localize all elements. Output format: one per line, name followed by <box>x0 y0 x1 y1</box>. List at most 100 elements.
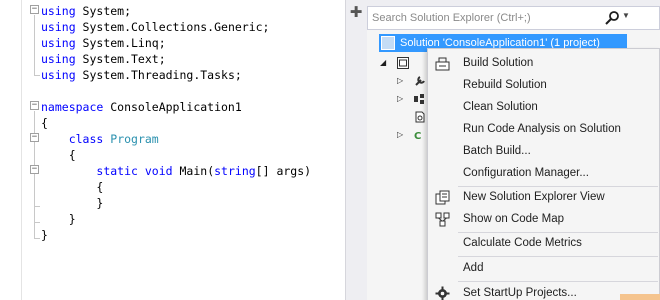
code-keyword: void <box>144 164 173 178</box>
menu-separator <box>458 256 658 257</box>
collapsed-arrow-icon[interactable]: ▷ <box>397 126 403 144</box>
outline-line <box>34 15 35 75</box>
code-keyword: using <box>41 36 76 50</box>
outlining-margin: − − − − <box>22 0 40 300</box>
csharp-file-icon: C <box>414 131 421 141</box>
code-token: } <box>41 228 48 242</box>
menu-item-build-solution[interactable]: Build Solution <box>428 53 659 74</box>
menu-item-label: Configuration Manager... <box>463 167 589 179</box>
menu-item-label: Build Solution <box>463 57 534 69</box>
menu-item-batch-build[interactable]: Batch Build... <box>428 141 659 162</box>
menu-item-add[interactable]: Add <box>428 258 659 279</box>
menu-item-label: New Solution Explorer View <box>463 191 605 203</box>
code-line[interactable]: using System.Collections.Generic; <box>41 19 311 35</box>
menu-item-label: Rebuild Solution <box>463 79 547 91</box>
collapse-class-icon[interactable]: − <box>30 133 39 142</box>
new-view-icon <box>435 190 450 205</box>
code-map-icon <box>435 212 450 227</box>
code-keyword: class <box>68 132 104 146</box>
outline-tick <box>34 238 40 239</box>
search-options-chevron-icon[interactable]: ▼ <box>622 11 630 20</box>
code-line[interactable]: static void Main(string[] args) <box>41 163 311 179</box>
outline-tick <box>34 75 40 76</box>
code-token: ConsoleApplication1 <box>103 100 242 114</box>
solution-icon <box>381 36 395 50</box>
code-line[interactable]: using System.Linq; <box>41 35 311 51</box>
outline-tick <box>34 222 40 223</box>
code-token: [] args) <box>255 164 312 178</box>
code-line[interactable]: { <box>41 179 311 195</box>
code-line[interactable]: { <box>41 115 311 131</box>
collapse-usings-icon[interactable]: − <box>30 5 39 14</box>
outline-tick <box>34 206 40 207</box>
menu-item-label: Batch Build... <box>463 145 531 157</box>
code-token: { <box>41 148 76 162</box>
code-line[interactable]: using System; <box>41 3 311 19</box>
code-line[interactable]: using System.Threading.Tasks; <box>41 67 311 83</box>
code-editor[interactable]: − − − − using System; using System.Collec… <box>0 0 345 300</box>
menu-item-label: Calculate Code Metrics <box>463 237 582 249</box>
gear-icon <box>435 286 450 300</box>
code-line[interactable]: using System.Text; <box>41 51 311 67</box>
code-line[interactable]: { <box>41 147 311 163</box>
svg-text:C: C <box>414 131 421 141</box>
wrench-icon <box>415 76 425 86</box>
search-icon[interactable] <box>604 10 620 26</box>
code-keyword: using <box>41 68 76 82</box>
csharp-project-icon <box>397 57 409 69</box>
menu-item-configuration-manager[interactable]: Configuration Manager... <box>428 163 659 184</box>
code-token: { <box>41 180 104 194</box>
code-token: System.Linq; <box>75 36 166 50</box>
status-accent <box>620 294 660 300</box>
code-keyword: using <box>41 20 76 34</box>
code-token: } <box>41 212 76 226</box>
code-token: Main( <box>172 164 215 178</box>
search-input[interactable] <box>372 9 592 27</box>
code-token: System.Threading.Tasks; <box>75 68 242 82</box>
code-line[interactable] <box>41 83 311 99</box>
code-token: System; <box>75 4 132 18</box>
config-file-icon <box>415 111 425 123</box>
collapsed-arrow-icon[interactable]: ▷ <box>397 72 403 90</box>
window-splitter[interactable]: ✚ <box>345 0 367 300</box>
menu-item-rebuild-solution[interactable]: Rebuild Solution <box>428 75 659 96</box>
code-line[interactable]: class Program <box>41 131 311 147</box>
menu-item-clean-solution[interactable]: Clean Solution <box>428 97 659 118</box>
code-token: } <box>41 196 104 210</box>
code-keyword: static <box>96 164 138 178</box>
menu-item-show-on-code-map[interactable]: Show on Code Map <box>428 209 659 230</box>
menu-item-label: Clean Solution <box>463 101 538 113</box>
editor-gutter <box>0 0 22 300</box>
menu-item-new-solution-explorer-view[interactable]: New Solution Explorer View <box>428 187 659 208</box>
menu-item-label: Add <box>463 262 484 274</box>
code-line[interactable]: } <box>41 211 311 227</box>
search-box[interactable]: ▼ <box>367 6 660 30</box>
code-token: System.Collections.Generic; <box>75 20 270 34</box>
code-line[interactable]: } <box>41 195 311 211</box>
code-text[interactable]: using System; using System.Collections.Ge… <box>41 3 311 243</box>
build-icon <box>435 57 450 71</box>
pin-icon[interactable]: ✚ <box>348 4 364 20</box>
menu-separator <box>458 281 658 282</box>
code-line[interactable]: } <box>41 227 311 243</box>
collapsed-arrow-icon[interactable]: ▷ <box>397 90 403 108</box>
expanded-arrow-icon[interactable]: ◢ <box>380 54 386 72</box>
menu-item-label: Set StartUp Projects... <box>463 287 577 299</box>
code-token: System.Text; <box>75 52 166 66</box>
collapse-namespace-icon[interactable]: − <box>30 101 39 110</box>
code-type-name: Program <box>110 132 159 146</box>
code-token: { <box>41 116 48 130</box>
menu-item-label: Run Code Analysis on Solution <box>463 123 621 135</box>
collapse-method-icon[interactable]: − <box>30 165 39 174</box>
code-keyword: namespace <box>41 100 104 114</box>
code-keyword: string <box>214 164 256 178</box>
outline-line <box>34 111 35 238</box>
menu-item-calculate-code-metrics[interactable]: Calculate Code Metrics <box>428 233 659 254</box>
code-line[interactable]: namespace ConsoleApplication1 <box>41 99 311 115</box>
references-icon <box>414 94 424 104</box>
menu-item-label: Show on Code Map <box>463 213 565 225</box>
menu-item-run-code-analysis[interactable]: Run Code Analysis on Solution <box>428 119 659 140</box>
